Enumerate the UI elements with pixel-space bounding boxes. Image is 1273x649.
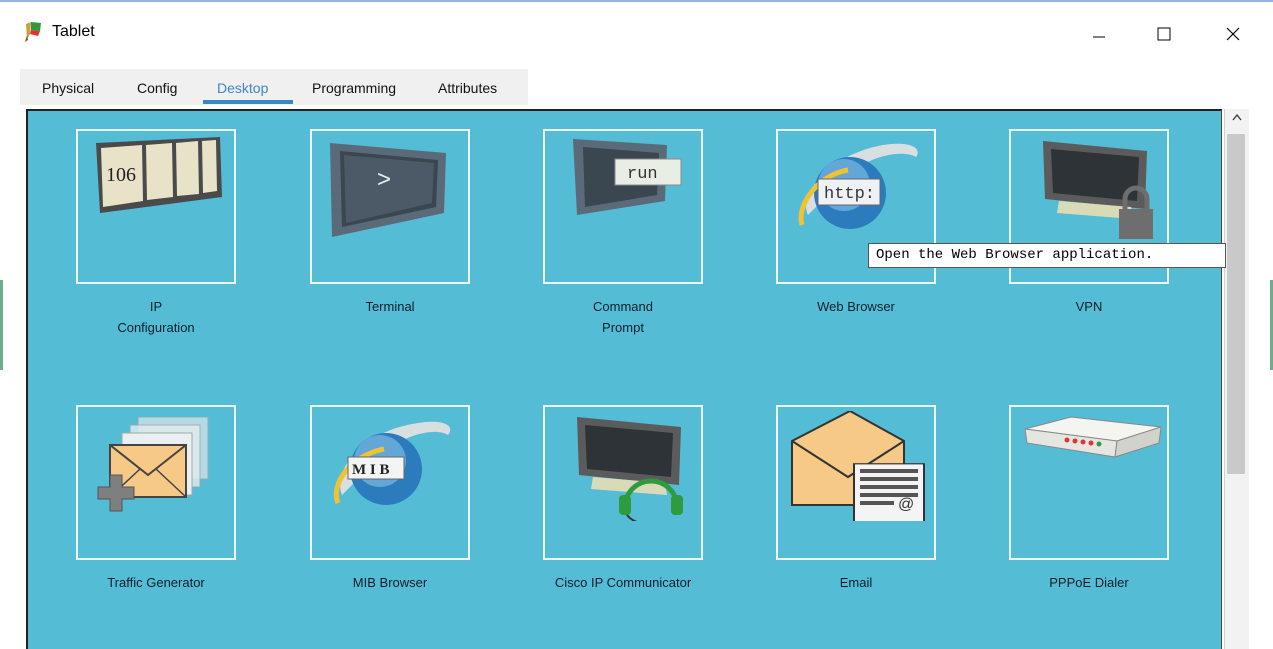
chevron-up-icon (1231, 113, 1242, 121)
app-label-line: Prompt (602, 320, 644, 335)
tab-config[interactable]: Config (137, 80, 177, 96)
app-tile-email[interactable]: @ (776, 405, 936, 560)
app-label-vpn: VPN (989, 296, 1189, 317)
tab-attributes[interactable]: Attributes (438, 80, 497, 96)
minimize-icon (1093, 36, 1105, 38)
web-browser-icon: http: (798, 143, 918, 229)
app-label-email: Email (756, 572, 956, 593)
app-label-line: MIB Browser (352, 575, 428, 590)
email-icon: @ (791, 411, 925, 521)
app-label-line: IP (149, 299, 163, 314)
app-label-line: Command (593, 299, 653, 314)
window-title: Tablet (52, 23, 95, 40)
app-label-line: VPN (1075, 299, 1103, 314)
background-window-edge (0, 280, 3, 370)
app-label-line: Web Browser (817, 299, 895, 314)
app-tile-mib-browser[interactable]: M I B (310, 405, 470, 560)
svg-text:106: 106 (106, 164, 136, 186)
app-label-web-browser: Web Browser (756, 296, 956, 317)
maximize-icon (1157, 27, 1171, 41)
svg-text:run: run (627, 165, 658, 184)
traffic-generator-icon (97, 416, 209, 512)
app-tile-traffic-generator[interactable] (76, 405, 236, 560)
app-label-cisco-ip-communicator: Cisco IP Communicator (523, 572, 723, 593)
app-tile-command-prompt[interactable]: run (543, 129, 703, 284)
close-button[interactable] (1213, 16, 1253, 52)
scrollbar-thumb[interactable] (1227, 134, 1245, 474)
scroll-up-button[interactable] (1226, 111, 1247, 127)
app-label-terminal: Terminal (290, 296, 490, 317)
app-label-traffic-generator: Traffic Generator (56, 572, 256, 593)
window-top-border (0, 0, 1273, 2)
app-tile-terminal[interactable]: > (310, 129, 470, 284)
pppoe-dialer-icon (1024, 416, 1161, 458)
close-icon (1226, 27, 1240, 41)
tab-programming[interactable]: Programming (312, 80, 396, 96)
cisco-ip-communicator-icon (577, 417, 683, 521)
svg-text:>: > (377, 166, 391, 193)
app-tile-ip-configuration[interactable]: 106 (76, 129, 236, 284)
app-label-mib-browser: MIB Browser (290, 572, 490, 593)
maximize-button[interactable] (1144, 16, 1184, 52)
mib-browser-icon: M I B (333, 421, 451, 505)
app-label-command-prompt: Command Prompt (523, 296, 723, 338)
app-label-line: Terminal (365, 299, 415, 314)
svg-text:M I B: M I B (352, 462, 390, 478)
minimize-button[interactable] (1079, 16, 1119, 52)
app-label-line: Configuration (117, 320, 195, 335)
app-label-line: Email (839, 575, 873, 590)
command-prompt-icon: run (573, 139, 682, 215)
app-label-line: Cisco IP Communicator (554, 575, 692, 590)
app-label-ip-configuration: IP Configuration (56, 296, 256, 338)
vpn-icon (1043, 141, 1153, 239)
terminal-icon: > (330, 143, 446, 237)
tab-desktop[interactable]: Desktop (217, 80, 268, 96)
app-label-pppoe-dialer: PPPoE Dialer (989, 572, 1189, 593)
svg-text:http:: http: (824, 185, 875, 204)
active-tab-indicator (203, 100, 293, 104)
tab-physical[interactable]: Physical (42, 80, 94, 96)
app-tile-cisco-ip-communicator[interactable] (543, 405, 703, 560)
ip-configuration-icon: 106 (96, 137, 222, 213)
tooltip: Open the Web Browser application. (868, 243, 1226, 268)
app-tile-pppoe-dialer[interactable] (1009, 405, 1169, 560)
app-label-line: PPPoE Dialer (1049, 575, 1129, 590)
packet-tracer-icon (22, 20, 44, 47)
app-label-line: Traffic Generator (107, 575, 205, 590)
svg-text:@: @ (898, 496, 914, 513)
